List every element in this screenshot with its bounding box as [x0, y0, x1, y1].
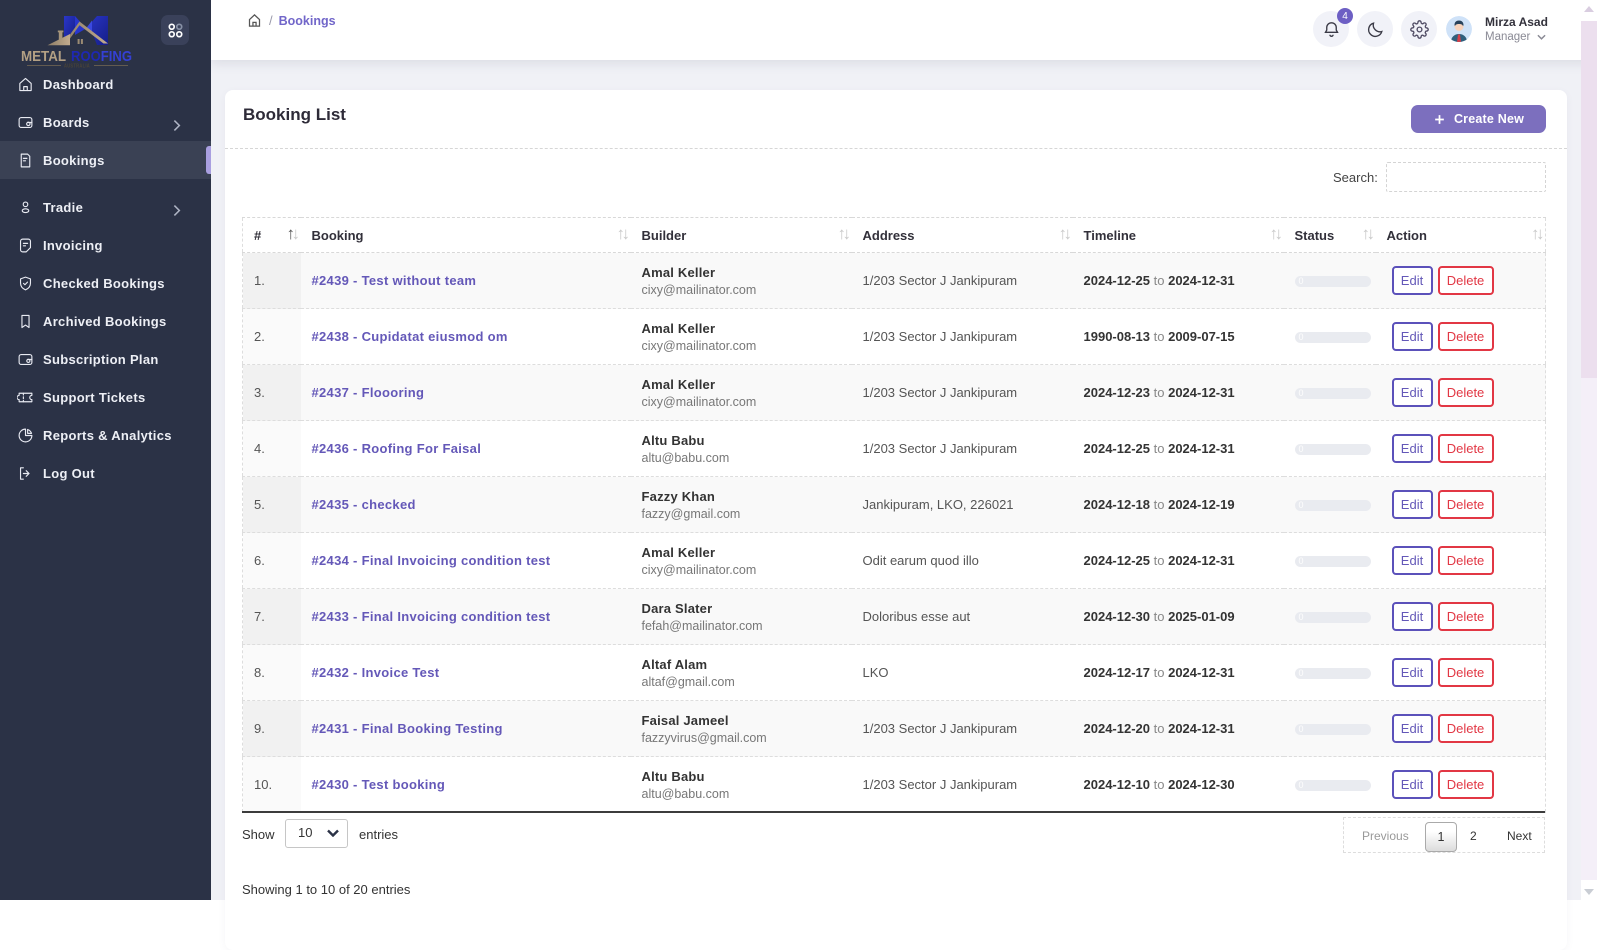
- svg-text:ROOFING: ROOFING: [71, 48, 132, 65]
- svg-text:METAL: METAL: [21, 48, 66, 65]
